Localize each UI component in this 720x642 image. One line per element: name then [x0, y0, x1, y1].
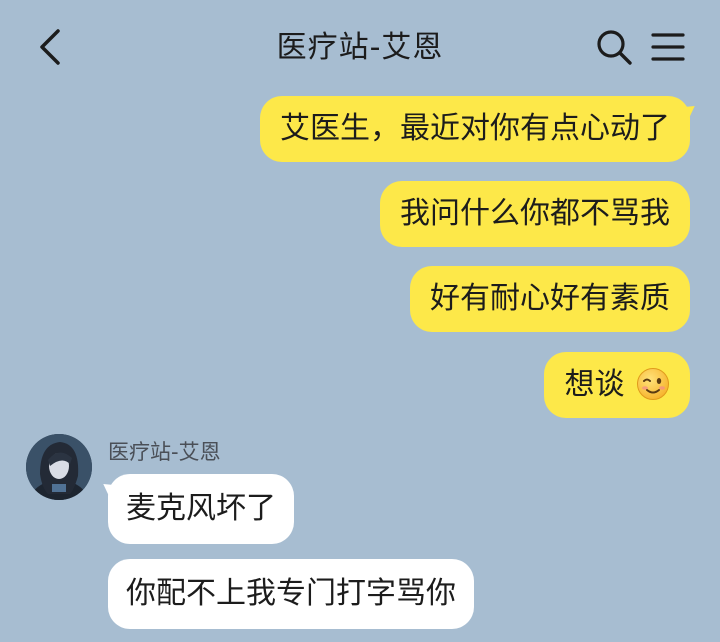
message-text: 好有耐心好有素质 — [430, 281, 670, 316]
menu-icon — [651, 33, 685, 61]
message-text: 想谈 — [564, 367, 625, 402]
character-avatar-icon — [26, 434, 92, 500]
outgoing-message[interactable]: 好有耐心好有素质 — [410, 266, 690, 332]
incoming-message[interactable]: 你配不上我专门打字骂你 — [108, 559, 474, 629]
menu-button[interactable] — [646, 24, 690, 70]
top-bar: 医疗站-艾恩 — [0, 0, 720, 92]
message-text: 麦克风坏了 — [126, 491, 276, 526]
sender-name: 医疗站-艾恩 — [108, 440, 221, 464]
message-text: 艾医生，最近对你有点心动了 — [280, 111, 670, 146]
message-text: 我问什么你都不骂我 — [400, 196, 670, 231]
message-text: 你配不上我专门打字骂你 — [126, 576, 456, 611]
incoming-message[interactable]: 麦克风坏了 — [108, 474, 294, 544]
outgoing-message[interactable]: 我问什么你都不骂我 — [380, 181, 690, 247]
avatar[interactable] — [26, 434, 92, 500]
search-icon — [597, 30, 632, 65]
winking-face-icon — [637, 367, 669, 400]
outgoing-message[interactable]: 想谈 — [544, 352, 690, 418]
search-button[interactable] — [592, 24, 636, 70]
outgoing-message[interactable]: 艾医生，最近对你有点心动了 — [260, 96, 690, 162]
